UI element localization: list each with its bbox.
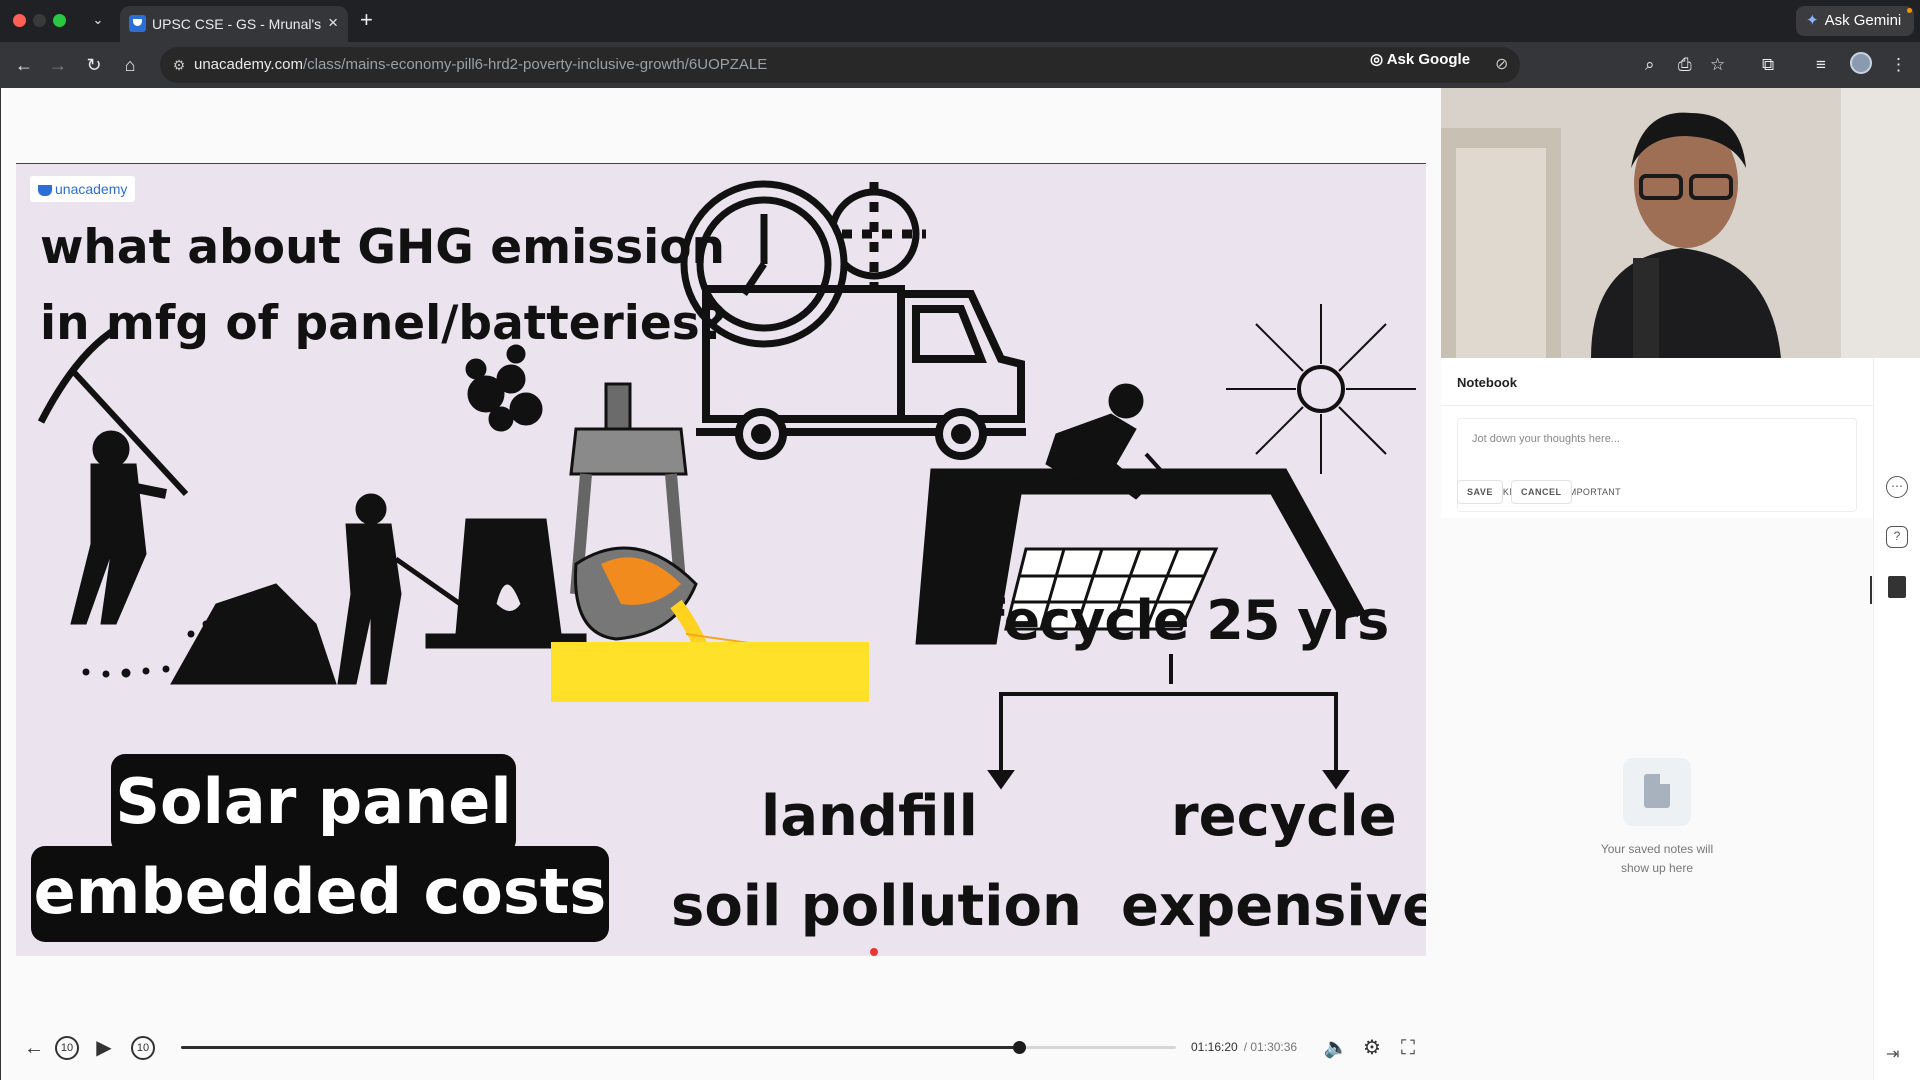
exit-icon[interactable]: ⇥ bbox=[1886, 1044, 1899, 1064]
side-panel: Notebook Jot down your thoughts here... … bbox=[1441, 88, 1920, 1080]
install-icon[interactable]: ⎙ bbox=[1678, 53, 1692, 77]
ask-google-label: Ask Google bbox=[1386, 51, 1471, 68]
active-tab[interactable]: UPSC CSE - GS - Mrunal's Ec × bbox=[120, 6, 348, 42]
tab-strip: ⌄ UPSC CSE - GS - Mrunal's Ec × + ✦ Ask G… bbox=[0, 0, 1920, 42]
ask-gemini-button[interactable]: ✦ Ask Gemini bbox=[1796, 6, 1914, 36]
slide-question-line2: in mfg of panel/batteries? bbox=[40, 296, 728, 351]
sun-figure bbox=[1226, 304, 1416, 474]
zoom-icon[interactable]: ⌕ bbox=[1645, 53, 1655, 77]
ask-gemini-label: Ask Gemini bbox=[1824, 12, 1902, 29]
url-path: /class/mains-economy-pill6-hrd2-poverty-… bbox=[302, 56, 768, 73]
volume-icon[interactable]: 🔈 bbox=[1321, 1033, 1351, 1063]
extensions-icon[interactable]: ⧉ bbox=[1762, 53, 1774, 77]
tab-favicon-icon bbox=[129, 15, 146, 32]
address-bar[interactable]: ⚙ unacademy.com/class/mains-economy-pill… bbox=[160, 47, 1520, 83]
gemini-notification-dot bbox=[1907, 8, 1912, 13]
cancel-button[interactable]: CANCEL bbox=[1511, 480, 1572, 504]
slide-question-line1: what about GHG emission bbox=[40, 220, 725, 275]
gemini-sparkle-icon: ✦ bbox=[1806, 12, 1819, 29]
slide-expensive-text: expensive bbox=[1121, 874, 1426, 939]
note-placeholder: Jot down your thoughts here... bbox=[1472, 433, 1620, 445]
lecture-slide: unacademy what about GHG emission in mfg… bbox=[16, 163, 1426, 956]
settings-icon[interactable]: ⚙ bbox=[1357, 1033, 1387, 1063]
slide-lifecycle-text: lifecycle 25 yrs bbox=[946, 589, 1389, 652]
unacademy-logo: unacademy bbox=[30, 176, 136, 202]
url-text[interactable]: unacademy.com/class/mains-economy-pill6-… bbox=[194, 56, 767, 73]
empty-notes-line1: Your saved notes will bbox=[1600, 842, 1714, 856]
video-player[interactable]: unacademy what about GHG emission in mfg… bbox=[1, 88, 1441, 1080]
profile-avatar[interactable] bbox=[1850, 52, 1872, 74]
slide-soil-pollution-text: soil pollution bbox=[671, 874, 1082, 939]
total-duration: / 01:30:36 bbox=[1243, 1040, 1298, 1054]
play-icon[interactable]: ▶ bbox=[89, 1033, 119, 1063]
save-button[interactable]: SAVE bbox=[1457, 480, 1503, 504]
tab-close-icon[interactable]: × bbox=[328, 14, 338, 32]
forward-icon[interactable]: → bbox=[46, 53, 70, 77]
slide-landfill-text: landfill bbox=[761, 784, 978, 849]
seek-bar-handle[interactable] bbox=[1013, 1041, 1027, 1054]
time-display: 01:16:20 / 01:30:36 bbox=[1191, 1040, 1297, 1054]
notebook-header: Notebook bbox=[1441, 358, 1873, 406]
rewind-label: 10 bbox=[60, 1042, 74, 1054]
slide-recycle-text: recycle bbox=[1171, 784, 1397, 849]
player-controls: ← 10 ▶ 10 01:16:20 / 01:30:36 🔈 ⚙ ⛶ bbox=[1, 1023, 1441, 1073]
lifecycle-arrows bbox=[987, 654, 1350, 790]
miner-figure bbox=[37, 326, 189, 625]
url-host: unacademy.com bbox=[194, 56, 303, 73]
instructor-webcam bbox=[1441, 88, 1920, 358]
eye-off-icon[interactable]: ⊘ bbox=[1495, 54, 1508, 76]
notebook-panel: Notebook Jot down your thoughts here... … bbox=[1441, 358, 1873, 1080]
seek-bar[interactable] bbox=[181, 1041, 1176, 1054]
doubt-icon[interactable]: ? bbox=[1886, 526, 1908, 548]
laser-pointer-dot bbox=[870, 948, 878, 956]
important-label: IMPORTANT bbox=[1566, 487, 1621, 497]
empty-notes-line2: show up here bbox=[1620, 861, 1694, 875]
back-arrow-icon[interactable]: ← bbox=[19, 1033, 49, 1063]
forward-10-icon[interactable]: 10 bbox=[131, 1036, 155, 1060]
tab-search-chevron-icon[interactable]: ⌄ bbox=[88, 10, 108, 30]
home-icon[interactable]: ⌂ bbox=[118, 53, 142, 77]
browser-toolbar: ← → ↻ ⌂ ⚙ unacademy.com/class/mains-econ… bbox=[0, 42, 1920, 88]
unacademy-logo-icon bbox=[38, 184, 52, 196]
reading-list-icon[interactable]: ≡ bbox=[1816, 53, 1826, 77]
minimize-window-button[interactable] bbox=[33, 14, 46, 27]
tab-title: UPSC CSE - GS - Mrunal's Ec bbox=[152, 16, 322, 32]
rewind-10-icon[interactable]: 10 bbox=[55, 1036, 79, 1060]
slide-embedded-costs-box: embedded costs bbox=[31, 846, 609, 942]
new-tab-button[interactable]: + bbox=[360, 9, 373, 31]
empty-notes-message: Your saved notes will show up here bbox=[1557, 840, 1757, 878]
browser-chrome: ⌄ UPSC CSE - GS - Mrunal's Ec × + ✦ Ask G… bbox=[0, 0, 1920, 88]
logo-text: unacademy bbox=[55, 181, 128, 197]
site-info-icon[interactable]: ⚙ bbox=[168, 54, 190, 76]
yellow-highlight-bar bbox=[551, 642, 869, 702]
active-indicator bbox=[1870, 576, 1872, 604]
maximize-window-button[interactable] bbox=[53, 14, 66, 27]
notebook-icon[interactable] bbox=[1888, 576, 1906, 598]
chat-icon[interactable]: ⋯ bbox=[1886, 476, 1908, 498]
current-time: 01:16:20 bbox=[1191, 1040, 1238, 1054]
notebook-title: Notebook bbox=[1457, 375, 1517, 390]
fullscreen-icon[interactable]: ⛶ bbox=[1393, 1033, 1423, 1063]
rock-worker-figure bbox=[82, 493, 498, 685]
more-icon[interactable]: ⋮ bbox=[1890, 53, 1907, 77]
seek-bar-progress bbox=[181, 1046, 1020, 1049]
forward-label: 10 bbox=[136, 1042, 150, 1054]
close-window-button[interactable] bbox=[13, 14, 26, 27]
page-content: unacademy what about GHG emission in mfg… bbox=[0, 88, 1920, 1080]
empty-notes-icon bbox=[1623, 758, 1691, 826]
back-icon[interactable]: ← bbox=[12, 53, 36, 77]
webcam-image bbox=[1441, 88, 1920, 358]
slide-solar-panel-box: Solar panel bbox=[111, 754, 516, 854]
star-icon[interactable]: ☆ bbox=[1710, 53, 1725, 77]
lens-icon: ◎ bbox=[1370, 51, 1387, 68]
reload-icon[interactable]: ↻ bbox=[82, 53, 106, 77]
ask-google-button[interactable]: ◎ Ask Google bbox=[1370, 48, 1470, 72]
furnace-figure bbox=[425, 344, 587, 649]
note-editor: Jot down your thoughts here... BOOKMARK … bbox=[1441, 406, 1873, 518]
side-rail: ⋯ ? ⇥ bbox=[1870, 358, 1920, 1080]
